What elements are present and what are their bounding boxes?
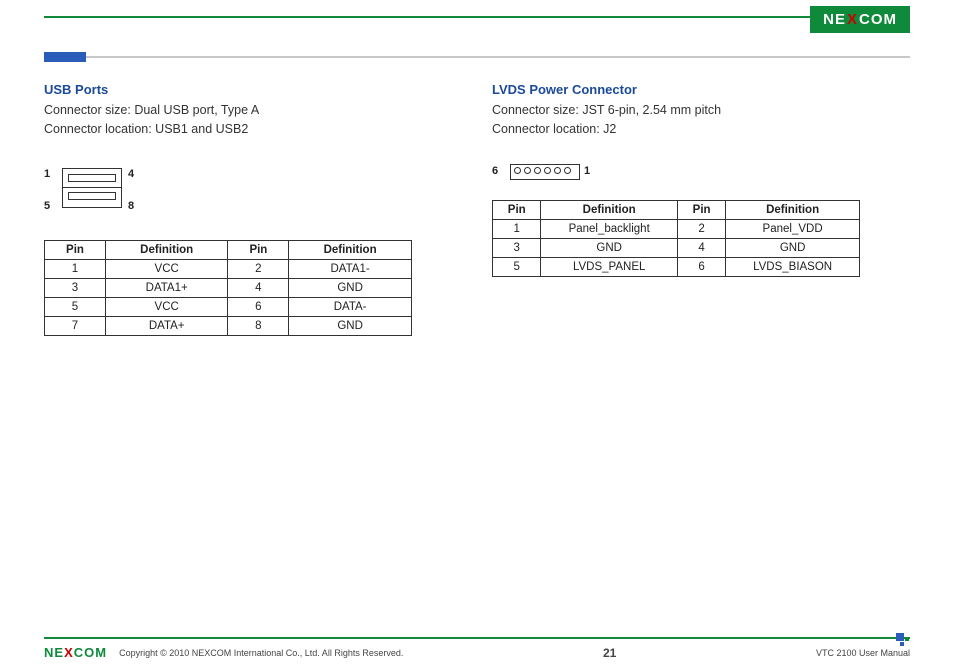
cell: VCC [105, 259, 227, 278]
cell: GND [541, 238, 677, 257]
th-pin: Pin [228, 240, 289, 259]
accent-line [86, 56, 910, 58]
page-number: 21 [403, 646, 816, 660]
cell: DATA1+ [105, 278, 227, 297]
usb-pin-label-5: 5 [44, 200, 50, 212]
usb-loc: Connector location: USB1 and USB2 [44, 120, 462, 139]
logo-pre: NE [823, 11, 846, 28]
table-row: 5VCC6DATA- [45, 297, 412, 316]
th-def: Definition [726, 200, 859, 219]
table-row: 3GND4GND [493, 238, 860, 257]
cell: 5 [493, 257, 541, 276]
cell: 4 [677, 238, 725, 257]
lvds-pin-label-1: 1 [584, 165, 590, 177]
cell: GND [726, 238, 859, 257]
usb-table: Pin Definition Pin Definition 1VCC2DATA1… [44, 240, 412, 336]
logo-pre: NE [44, 645, 64, 660]
header-rule [44, 16, 910, 18]
cell: GND [289, 316, 411, 335]
table-row: 7DATA+8GND [45, 316, 412, 335]
accent-bar [44, 52, 86, 62]
table-row: 5LVDS_PANEL6LVDS_BIASON [493, 257, 860, 276]
logo-post: COM [74, 645, 107, 660]
cell: LVDS_PANEL [541, 257, 677, 276]
cell: DATA- [289, 297, 411, 316]
left-column: USB Ports Connector size: Dual USB port,… [44, 82, 462, 336]
logo-post: COM [859, 11, 897, 28]
logo-top: NEXCOM [810, 6, 910, 33]
footer-rule [44, 637, 910, 639]
cell: 1 [45, 259, 106, 278]
cell: Panel_VDD [726, 219, 859, 238]
lvds-loc: Connector location: J2 [492, 120, 910, 139]
usb-diagram: 1 4 5 8 [44, 162, 164, 222]
lvds-size: Connector size: JST 6-pin, 2.54 mm pitch [492, 101, 910, 120]
logo-bottom: NEXCOM [44, 645, 107, 660]
cell: DATA+ [105, 316, 227, 335]
cell: 8 [228, 316, 289, 335]
footer-icon [896, 633, 910, 647]
usb-title: USB Ports [44, 82, 462, 97]
cell: Panel_backlight [541, 219, 677, 238]
lvds-title: LVDS Power Connector [492, 82, 910, 97]
table-row: 3DATA1+4GND [45, 278, 412, 297]
usb-pin-label-1: 1 [44, 168, 50, 180]
cell: LVDS_BIASON [726, 257, 859, 276]
table-row: 1VCC2DATA1- [45, 259, 412, 278]
cell: VCC [105, 297, 227, 316]
jst-dots [514, 167, 571, 174]
usb-inner-bot [68, 192, 116, 200]
content: USB Ports Connector size: Dual USB port,… [44, 82, 910, 336]
lvds-table: Pin Definition Pin Definition 1Panel_bac… [492, 200, 860, 277]
right-column: LVDS Power Connector Connector size: JST… [492, 82, 910, 336]
cell: 3 [45, 278, 106, 297]
cell: 6 [228, 297, 289, 316]
lvds-pin-label-6: 6 [492, 165, 498, 177]
cell: GND [289, 278, 411, 297]
th-pin: Pin [45, 240, 106, 259]
cell: 2 [677, 219, 725, 238]
th-pin: Pin [493, 200, 541, 219]
footer-row: NEXCOM Copyright © 2010 NEXCOM Internati… [44, 645, 910, 660]
usb-pin-label-8: 8 [128, 200, 134, 212]
lvds-diagram: 6 1 [492, 162, 622, 186]
th-pin: Pin [677, 200, 725, 219]
cell: 3 [493, 238, 541, 257]
cell: 6 [677, 257, 725, 276]
usb-inner-top [68, 174, 116, 182]
cell: 5 [45, 297, 106, 316]
usb-pin-label-4: 4 [128, 168, 134, 180]
usb-size: Connector size: Dual USB port, Type A [44, 101, 462, 120]
cell: 1 [493, 219, 541, 238]
logo-x: X [847, 11, 858, 28]
cell: 7 [45, 316, 106, 335]
table-row: 1Panel_backlight2Panel_VDD [493, 219, 860, 238]
logo-x: X [64, 645, 74, 660]
th-def: Definition [541, 200, 677, 219]
cell: DATA1- [289, 259, 411, 278]
copyright: Copyright © 2010 NEXCOM International Co… [119, 648, 403, 658]
cell: 2 [228, 259, 289, 278]
manual-name: VTC 2100 User Manual [816, 648, 910, 658]
th-def: Definition [105, 240, 227, 259]
th-def: Definition [289, 240, 411, 259]
header-bar: NEXCOM [0, 0, 954, 34]
footer: NEXCOM Copyright © 2010 NEXCOM Internati… [44, 637, 910, 660]
cell: 4 [228, 278, 289, 297]
usb-sep [62, 187, 122, 188]
